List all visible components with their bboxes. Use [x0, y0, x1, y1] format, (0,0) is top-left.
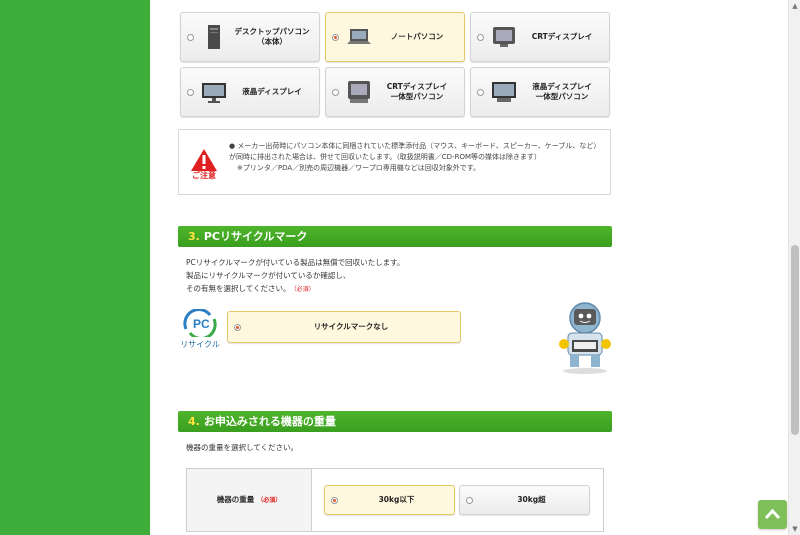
- pc-logo-text: PC: [193, 317, 210, 331]
- scroll-up-arrow-icon[interactable]: ▲: [791, 2, 799, 10]
- caution-label: ご注意: [192, 171, 216, 180]
- radio-lcd[interactable]: [187, 88, 194, 96]
- caution-text: ● メーカー出荷時にパソコン本体に同梱されていた標準添付品（マウス、キーボード、…: [229, 141, 604, 174]
- robot-mascot-illustration: [559, 302, 611, 374]
- section-title: PCリサイクルマーク: [203, 230, 308, 243]
- radio-recycle-mark-none[interactable]: [234, 323, 241, 331]
- device-option-laptop[interactable]: ノートパソコン: [325, 12, 465, 62]
- laptop-icon: [347, 29, 371, 44]
- pc-recycle-mark-icon: PC: [183, 308, 217, 340]
- device-label-lcd-all-in-one: 液晶ディスプレイ 一体型パソコン: [532, 82, 592, 101]
- recycle-mark-none-option[interactable]: リサイクルマークなし: [227, 311, 461, 343]
- lcd-all-in-one-icon: [492, 82, 516, 102]
- recycle-mark-description: PCリサイクルマークが付いている製品は無償で回収いたします。 製品にリサイクルマ…: [186, 256, 404, 296]
- pc-recycle-logo: PC リサイクル: [180, 308, 220, 349]
- device-option-lcd-all-in-one[interactable]: 液晶ディスプレイ 一体型パソコン: [470, 67, 610, 117]
- device-label-crt-all-in-one: CRTディスプレイ 一体型パソコン: [386, 82, 448, 101]
- device-label-desktop: デスクトップパソコン （本体）: [234, 27, 310, 46]
- weight-under-30kg-label: 30kg以下: [378, 495, 415, 504]
- scroll-down-arrow-icon[interactable]: ▼: [791, 525, 799, 533]
- crt-all-in-one-icon: [348, 81, 370, 103]
- device-option-crt[interactable]: CRTディスプレイ: [470, 12, 610, 62]
- recycle-text-line-1: PCリサイクルマークが付いている製品は無償で回収いたします。: [186, 258, 405, 267]
- vertical-scrollbar[interactable]: ▲ ▼: [788, 0, 800, 535]
- radio-under-30kg[interactable]: [331, 496, 338, 504]
- weight-row-label: 機器の重量: [216, 495, 255, 504]
- scrollbar-thumb[interactable]: [791, 245, 799, 435]
- section-number: 4.: [188, 415, 200, 428]
- desktop-pc-icon: [208, 25, 220, 49]
- device-option-lcd[interactable]: 液晶ディスプレイ: [180, 67, 320, 117]
- device-label-laptop: ノートパソコン: [390, 32, 444, 41]
- section-header-weight: 4. お申込みされる機器の重量: [178, 411, 612, 432]
- weight-label: 機器の重量 （必須）: [187, 494, 311, 505]
- weight-option-under-30kg[interactable]: 30kg以下: [324, 485, 455, 515]
- radio-crt-all-in-one[interactable]: [332, 88, 339, 96]
- main-content: デスクトップパソコン （本体） ノートパソコン CRTディスプレイ 液晶ディスプ…: [150, 0, 790, 535]
- weight-instruction: 機器の重量を選択してください。: [186, 443, 299, 452]
- device-option-crt-all-in-one[interactable]: CRTディスプレイ 一体型パソコン: [325, 67, 465, 117]
- section-header-recycle-mark: 3. PCリサイクルマーク: [178, 226, 612, 247]
- device-option-desktop[interactable]: デスクトップパソコン （本体）: [180, 12, 320, 62]
- caution-main-text: ● メーカー出荷時にパソコン本体に同梱されていた標準添付品（マウス、キーボード、…: [229, 142, 601, 161]
- required-badge: （必須）: [293, 286, 315, 293]
- chevron-up-icon: [764, 508, 781, 520]
- weight-label-cell: 機器の重量 （必須）: [187, 469, 312, 531]
- section-title: お申込みされる機器の重量: [203, 415, 336, 428]
- recycle-text-line-3: その有無を選択してください。: [186, 284, 291, 293]
- weight-option-over-30kg[interactable]: 30kg超: [459, 485, 590, 515]
- weight-table: 機器の重量 （必須） 30kg以下 30kg超: [186, 468, 604, 532]
- device-label-crt: CRTディスプレイ: [531, 32, 593, 41]
- radio-desktop[interactable]: [187, 33, 194, 41]
- radio-lcd-all-in-one[interactable]: [477, 88, 484, 96]
- radio-crt[interactable]: [477, 33, 484, 41]
- pc-logo-caption: リサイクル: [180, 340, 220, 349]
- radio-laptop[interactable]: [332, 33, 339, 41]
- device-label-lcd: 液晶ディスプレイ: [242, 87, 302, 96]
- section-number: 3.: [188, 230, 200, 243]
- page-top-button[interactable]: [758, 500, 787, 529]
- crt-display-icon: [493, 27, 515, 47]
- required-badge: （必須）: [257, 497, 282, 504]
- weight-over-30kg-label: 30kg超: [517, 495, 546, 504]
- radio-over-30kg[interactable]: [466, 496, 473, 504]
- recycle-text-line-2: 製品にリサイクルマークが付いているか確認し、: [186, 271, 351, 280]
- lcd-display-icon: [202, 83, 226, 103]
- caution-note: ※プリンタ／PDA／別売の周辺機器／ワープロ専用機などは回収対象外です。: [237, 164, 481, 172]
- caution-box: ご注意 ● メーカー出荷時にパソコン本体に同梱されていた標準添付品（マウス、キー…: [178, 129, 611, 195]
- recycle-mark-none-label: リサイクルマークなし: [313, 322, 389, 331]
